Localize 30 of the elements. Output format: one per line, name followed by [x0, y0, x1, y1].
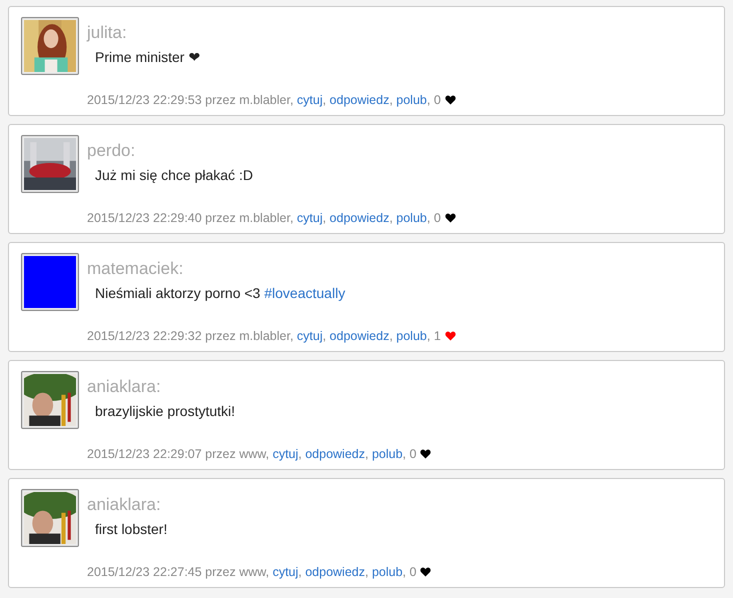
- post-meta: 2015/12/23 22:27:45 przez www, cytuj, odpowiedz, polub, 0: [87, 565, 416, 579]
- hashtag-link[interactable]: #loveactually: [264, 285, 346, 301]
- action-link[interactable]: odpowiedz: [305, 447, 365, 461]
- action-link[interactable]: cytuj: [272, 565, 298, 579]
- heart-icon[interactable]: [420, 449, 432, 459]
- action-link[interactable]: odpowiedz: [330, 211, 390, 225]
- action-link[interactable]: cytuj: [296, 329, 323, 343]
- action-link[interactable]: polub: [396, 211, 427, 225]
- post-meta: 2015/12/23 22:29:32 przez m.blabler, cytuj, odpowiedz, polub, 1: [87, 329, 441, 343]
- action-link[interactable]: polub: [372, 565, 403, 579]
- post-message: first lobster!: [95, 520, 168, 538]
- post-meta: 2015/12/23 22:29:53 przez m.blabler, cytuj, odpowiedz, polub, 0: [87, 93, 441, 107]
- action-link[interactable]: cytuj: [296, 93, 323, 107]
- heart-icon[interactable]: [420, 567, 432, 577]
- post-message: Prime minister ❤: [95, 48, 202, 66]
- post-meta: 2015/12/23 22:29:07 przez www, cytuj, odpowiedz, polub, 0: [87, 447, 416, 461]
- post-meta: 2015/12/23 22:29:40 przez m.blabler, cytuj, odpowiedz, polub, 0: [87, 211, 441, 225]
- action-link[interactable]: odpowiedz: [330, 93, 390, 107]
- heart-icon[interactable]: [444, 95, 456, 105]
- action-link[interactable]: cytuj: [272, 447, 298, 461]
- action-link[interactable]: odpowiedz: [305, 565, 365, 579]
- action-link[interactable]: odpowiedz: [330, 329, 390, 343]
- heart-icon[interactable]: [444, 213, 456, 223]
- action-link[interactable]: polub: [396, 93, 427, 107]
- action-link[interactable]: cytuj: [296, 211, 323, 225]
- action-link[interactable]: polub: [396, 329, 427, 343]
- action-link[interactable]: polub: [372, 447, 403, 461]
- post-message: Już mi się chce płakać :D: [95, 166, 254, 184]
- post-message: brazylijskie prostytutki!: [95, 402, 236, 420]
- post-message: Nieśmiali aktorzy porno <3 #loveactually: [95, 284, 346, 302]
